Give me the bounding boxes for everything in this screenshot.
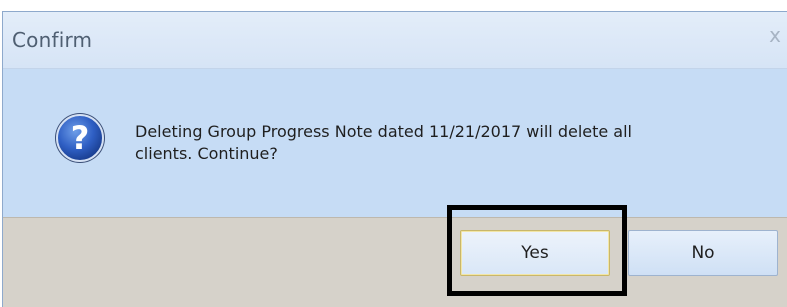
close-icon[interactable]: x bbox=[769, 23, 781, 47]
message-line-2: clients. Continue? bbox=[135, 144, 278, 163]
dialog-content: ? Deleting Group Progress Note dated 11/… bbox=[3, 69, 787, 217]
yes-button[interactable]: Yes bbox=[460, 230, 610, 276]
question-icon: ? bbox=[55, 113, 105, 163]
dialog-message: Deleting Group Progress Note dated 11/21… bbox=[135, 121, 735, 165]
message-line-1: Deleting Group Progress Note dated 11/21… bbox=[135, 122, 632, 141]
no-button[interactable]: No bbox=[628, 230, 778, 276]
dialog-title: Confirm bbox=[12, 28, 93, 52]
dialog-titlebar: Confirm x bbox=[3, 12, 787, 69]
svg-text:?: ? bbox=[71, 119, 90, 157]
